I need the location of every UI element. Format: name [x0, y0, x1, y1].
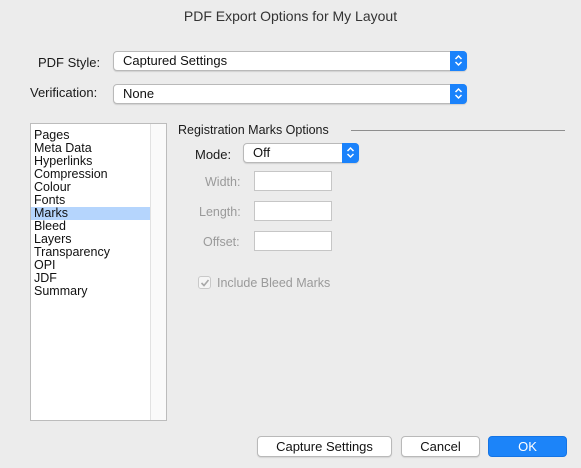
mode-popup[interactable]: Off	[243, 143, 359, 163]
popup-stepper-icon	[450, 51, 467, 71]
category-list[interactable]: Pages Meta Data Hyperlinks Compression Colou…	[30, 123, 167, 421]
category-list-items: Pages Meta Data Hyperlinks Compression Colou…	[31, 124, 151, 420]
pdf-style-label: PDF Style:	[38, 55, 101, 70]
mode-label: Mode:	[195, 147, 232, 162]
pdf-style-popup[interactable]: Captured Settings	[113, 51, 467, 71]
mode-value: Off	[253, 145, 271, 160]
offset-label: Offset:	[203, 235, 240, 249]
width-label: Width:	[205, 175, 241, 189]
checkmark-icon	[200, 279, 210, 287]
verification-value: None	[123, 86, 155, 101]
pdf-style-value: Captured Settings	[123, 53, 228, 68]
include-bleed-checkbox[interactable]	[198, 276, 211, 289]
popup-stepper-icon	[450, 84, 467, 104]
verification-popup[interactable]: None	[113, 84, 467, 104]
offset-field[interactable]	[254, 231, 332, 251]
length-label: Length:	[199, 205, 241, 219]
sidebar-item-summary[interactable]: Summary	[31, 285, 151, 298]
window-title: PDF Export Options for My Layout	[183, 8, 398, 24]
include-bleed-label: Include Bleed Marks	[217, 276, 331, 290]
ok-button[interactable]: OK	[488, 436, 567, 457]
capture-settings-button[interactable]: Capture Settings	[257, 436, 392, 457]
group-title: Registration Marks Options	[178, 123, 329, 137]
verification-label: Verification:	[30, 85, 98, 100]
popup-stepper-icon	[342, 143, 359, 163]
group-divider	[351, 130, 565, 131]
width-field[interactable]	[254, 171, 332, 191]
cancel-button[interactable]: Cancel	[401, 436, 480, 457]
length-field[interactable]	[254, 201, 332, 221]
list-scrollbar[interactable]	[150, 124, 166, 420]
